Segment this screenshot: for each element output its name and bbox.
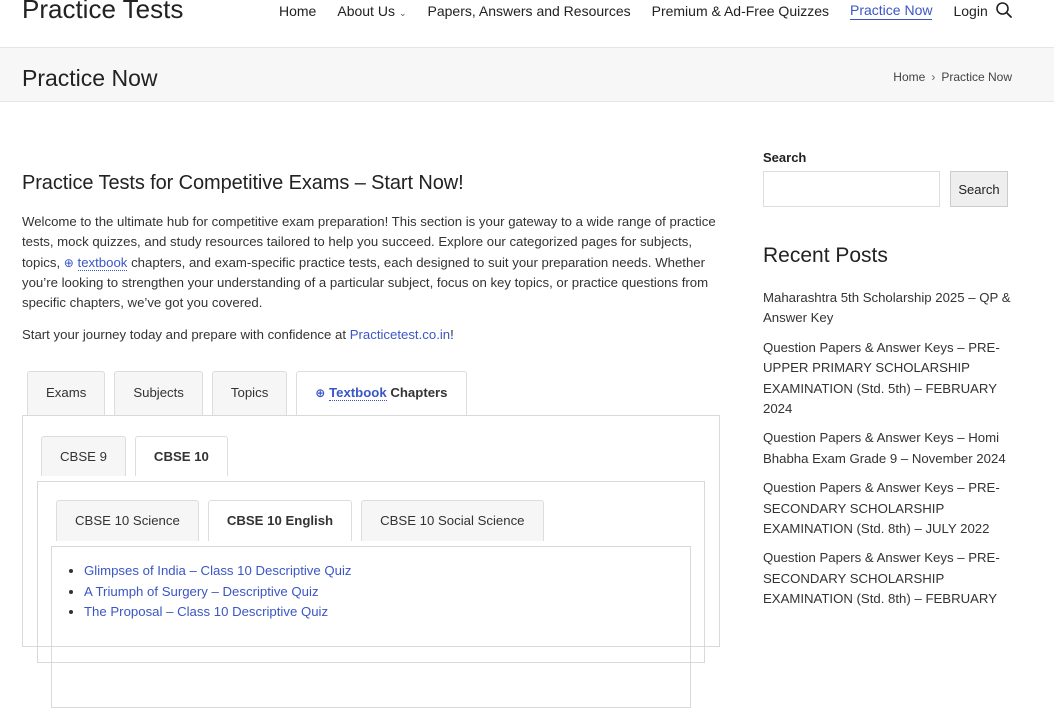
- tab-exams[interactable]: Exams: [27, 371, 106, 415]
- chevron-right-icon: ›: [931, 70, 936, 84]
- tab-textbook-link[interactable]: Textbook: [329, 385, 387, 401]
- tab-panel-textbook-chapters: CBSE 9 CBSE 10 CBSE 10 Science CBSE 10 E…: [22, 415, 720, 708]
- list-item: Question Papers & Answer Keys – PRE-SECO…: [763, 548, 1013, 609]
- tab-cbse10-social-science[interactable]: CBSE 10 Social Science: [361, 500, 544, 541]
- recent-post-link[interactable]: Question Papers & Answer Keys – PRE-UPPE…: [763, 340, 1000, 416]
- breadcrumb-home[interactable]: Home: [893, 70, 925, 84]
- nav-premium-quizzes[interactable]: Premium & Ad-Free Quizzes: [652, 3, 829, 19]
- nav-about-label: About Us: [337, 3, 395, 19]
- nav-home[interactable]: Home: [279, 3, 316, 19]
- nav-about-us[interactable]: About Us ⌄: [337, 3, 406, 19]
- tab-topics[interactable]: Topics: [211, 371, 288, 415]
- tab-cbse9[interactable]: CBSE 9: [41, 436, 126, 476]
- breadcrumb-current: Practice Now: [941, 70, 1012, 84]
- recent-posts-title: Recent Posts: [763, 244, 888, 267]
- list-item: Glimpses of India – Class 10 Descriptive…: [84, 561, 690, 582]
- tab-cbse10-english[interactable]: CBSE 10 English: [207, 500, 353, 541]
- practicetest-link[interactable]: Practicetest.co.in: [350, 327, 450, 342]
- tab-cbse10-science[interactable]: CBSE 10 Science: [56, 500, 199, 541]
- tab-cbse10[interactable]: CBSE 10: [134, 436, 228, 476]
- intro-paragraph: Welcome to the ultimate hub for competit…: [22, 212, 720, 313]
- list-item: The Proposal – Class 10 Descriptive Quiz: [84, 602, 690, 623]
- tab-panel-cbse10-english: Glimpses of India – Class 10 Descriptive…: [51, 546, 691, 708]
- main-navigation: Home About Us ⌄ Papers, Answers and Resou…: [279, 2, 1009, 20]
- search-input[interactable]: [763, 171, 940, 207]
- tabs-level3: CBSE 10 Science CBSE 10 English CBSE 10 …: [56, 500, 553, 541]
- tab-subjects[interactable]: Subjects: [114, 371, 203, 415]
- list-item: Question Papers & Answer Keys – PRE-UPPE…: [763, 338, 1013, 420]
- plus-circle-icon: ⊕: [63, 255, 74, 270]
- nav-papers-answers-resources[interactable]: Papers, Answers and Resources: [428, 3, 631, 19]
- nav-login[interactable]: Login: [953, 3, 987, 19]
- journey-text: Start your journey today and prepare wit…: [22, 327, 347, 343]
- search-label: Search: [763, 150, 807, 165]
- search-form: Search: [763, 171, 1013, 207]
- site-title-link[interactable]: Practice Tests: [22, 0, 183, 25]
- recent-posts-list: Maharashtra 5th Scholarship 2025 – QP & …: [763, 288, 1013, 610]
- chevron-down-icon: ⌄: [398, 8, 407, 18]
- tab-textbook-chapters[interactable]: ⊕ Textbook Chapters: [296, 371, 467, 415]
- journey-end: !: [450, 327, 454, 343]
- textbook-link[interactable]: textbook: [77, 254, 128, 271]
- list-item: Question Papers & Answer Keys – Homi Bha…: [763, 428, 1013, 469]
- search-icon[interactable]: [995, 1, 1013, 19]
- journey-paragraph: Start your journey today and prepare wit…: [22, 325, 720, 345]
- nav-practice-now[interactable]: Practice Now: [850, 2, 933, 20]
- recent-post-link[interactable]: Question Papers & Answer Keys – Homi Bha…: [763, 430, 1006, 465]
- plus-circle-icon: ⊕: [315, 386, 326, 400]
- recent-post-link[interactable]: Question Papers & Answer Keys – PRE-SECO…: [763, 550, 1000, 606]
- search-button[interactable]: Search: [950, 171, 1008, 207]
- tab-chapters-label: Chapters: [390, 385, 448, 400]
- recent-post-link[interactable]: Question Papers & Answer Keys – PRE-SECO…: [763, 480, 1000, 536]
- main-content: Practice Tests for Competitive Exams – S…: [22, 170, 720, 708]
- breadcrumb: Home › Practice Now: [893, 70, 1012, 84]
- recent-post-link[interactable]: Maharashtra 5th Scholarship 2025 – QP & …: [763, 290, 1011, 325]
- list-item: A Triumph of Surgery – Descriptive Quiz: [84, 582, 690, 603]
- tab-panel-cbse10: CBSE 10 Science CBSE 10 English CBSE 10 …: [37, 481, 705, 708]
- list-item: Question Papers & Answer Keys – PRE-SECO…: [763, 478, 1013, 539]
- quiz-list: Glimpses of India – Class 10 Descriptive…: [52, 561, 690, 623]
- quiz-link[interactable]: Glimpses of India – Class 10 Descriptive…: [84, 563, 352, 578]
- page-title-bar: Practice Now Home › Practice Now: [0, 48, 1054, 102]
- quiz-link[interactable]: The Proposal – Class 10 Descriptive Quiz: [84, 604, 328, 619]
- content-heading: Practice Tests for Competitive Exams – S…: [22, 172, 464, 194]
- page-title: Practice Now: [22, 65, 158, 91]
- quiz-link[interactable]: A Triumph of Surgery – Descriptive Quiz: [84, 584, 319, 599]
- sidebar: Search Search Recent Posts Maharashtra 5…: [763, 150, 1013, 619]
- tabs-level2: CBSE 9 CBSE 10: [41, 436, 237, 476]
- list-item: Maharashtra 5th Scholarship 2025 – QP & …: [763, 288, 1013, 329]
- tabs-level1: Exams Subjects Topics ⊕ Textbook Chapter…: [27, 371, 476, 415]
- site-header: Practice Tests Home About Us ⌄ Papers, An…: [0, 0, 1054, 48]
